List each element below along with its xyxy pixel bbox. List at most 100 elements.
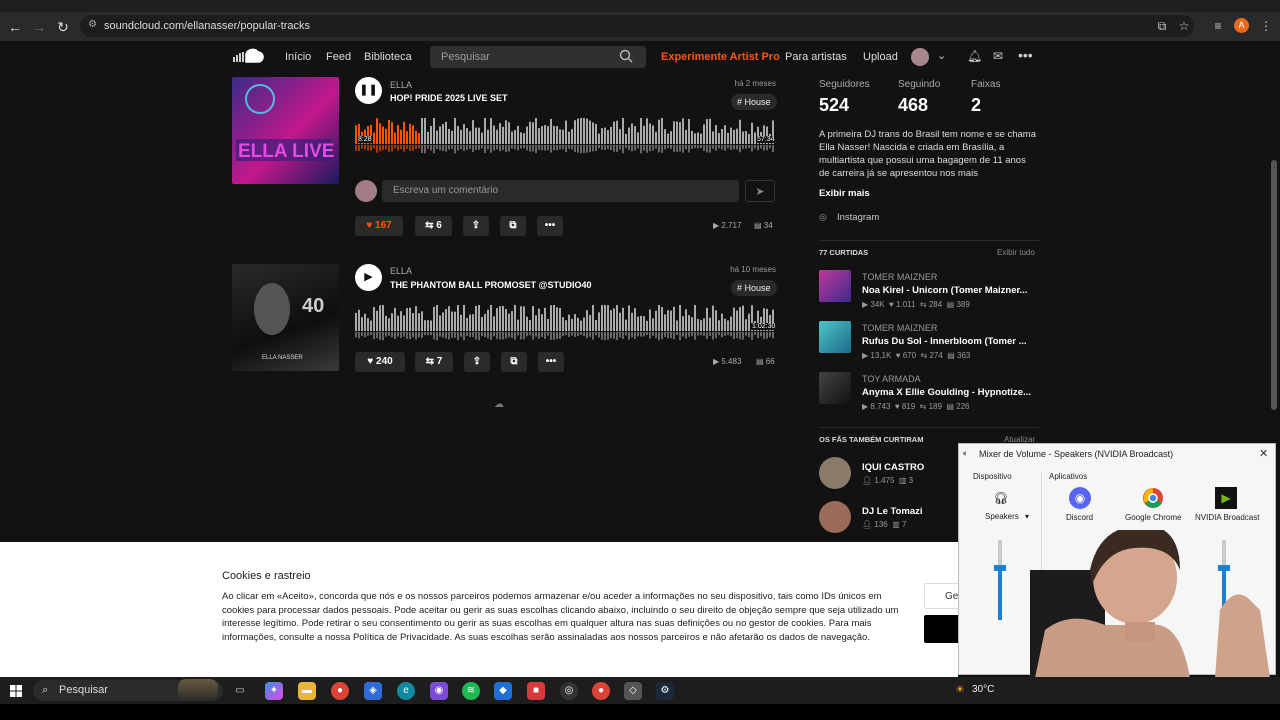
fan-name[interactable]: IQUI CASTRO	[862, 462, 952, 473]
track-artwork[interactable]: ELLA LIVE SET	[232, 77, 377, 184]
file-explorer-icon[interactable]: ▬	[298, 682, 316, 700]
soundcloud-logo-icon[interactable]	[232, 48, 264, 64]
install-app-icon[interactable]: ⧉	[1154, 18, 1170, 34]
app-icon[interactable]: ◈	[364, 682, 382, 700]
tracks-count[interactable]: 2	[971, 95, 981, 116]
followers-label[interactable]: Seguidores	[819, 79, 870, 90]
like-button[interactable]: ♥ 167	[355, 216, 403, 236]
chevron-down-icon[interactable]: ⌄	[937, 49, 946, 62]
site-info-icon[interactable]: ⚙	[88, 19, 100, 31]
search-input[interactable]: Pesquisar	[430, 46, 646, 68]
fan-name[interactable]: DJ Le Tomazi	[862, 506, 952, 517]
spotify-icon[interactable]: ≋	[462, 682, 480, 700]
liked-track-title[interactable]: Noa Kirel - Unicorn (Tomer Maizner...	[862, 285, 1032, 296]
track-user[interactable]: ELLA	[390, 80, 412, 90]
copy-link-icon[interactable]: ⧉	[501, 352, 527, 372]
app-icon[interactable]: ◇	[624, 682, 642, 700]
following-count[interactable]: 468	[898, 95, 928, 116]
waveform[interactable]	[355, 116, 776, 154]
track-artwork[interactable]: 40 ELLA NASSER	[232, 264, 339, 371]
liked-track-user[interactable]: TOMER MAIZNER	[862, 272, 937, 282]
chevron-down-icon[interactable]: ▾	[1025, 512, 1029, 521]
likes-section-title[interactable]: 77 CURTIDAS	[819, 248, 868, 257]
discord-icon[interactable]: ◉	[1069, 487, 1091, 509]
windows-start-icon[interactable]	[10, 684, 22, 697]
followers-count[interactable]: 524	[819, 95, 849, 116]
fan-avatar[interactable]	[819, 457, 851, 489]
following-label[interactable]: Seguindo	[898, 79, 940, 90]
app-icon[interactable]: ◆	[494, 682, 512, 700]
address-bar[interactable]: soundcloud.com/ellanasser/popular-tracks	[80, 15, 1194, 37]
device-volume-slider[interactable]	[998, 540, 1002, 620]
like-button[interactable]: ♥ 240	[355, 352, 405, 372]
pause-button[interactable]: ❚❚	[355, 77, 382, 104]
forward-icon[interactable]: →	[30, 18, 48, 36]
track-title[interactable]: THE PHANTOM BALL PROMOSET @STUDIO40	[390, 280, 591, 290]
instagram-link[interactable]: Instagram	[837, 212, 879, 223]
nav-biblioteca[interactable]: Biblioteca	[364, 51, 412, 63]
nav-inicio[interactable]: Início	[285, 51, 311, 63]
track-user[interactable]: ELLA	[390, 266, 412, 276]
tracks-label[interactable]: Faixas	[971, 79, 1000, 90]
more-icon[interactable]: •••	[538, 352, 564, 372]
chrome-icon[interactable]	[1142, 487, 1164, 509]
share-icon[interactable]: ⇪	[463, 216, 489, 236]
show-more-link[interactable]: Exibir mais	[819, 188, 870, 199]
bookmark-star-icon[interactable]: ☆	[1176, 18, 1192, 34]
temperature[interactable]: 30°C	[972, 684, 994, 695]
slider-thumb[interactable]	[994, 565, 1006, 571]
search-icon[interactable]	[619, 49, 633, 63]
repost-button[interactable]: ⇆ 6	[415, 216, 452, 236]
liked-track-artwork[interactable]	[819, 321, 851, 353]
page-scrollbar[interactable]	[1271, 160, 1277, 410]
liked-track-artwork[interactable]	[819, 372, 851, 404]
profile-avatar[interactable]: A	[1234, 18, 1249, 33]
genre-tag[interactable]: # House	[731, 280, 777, 296]
steam-icon[interactable]: ⚙	[656, 682, 674, 700]
upload-link[interactable]: Upload	[863, 51, 898, 63]
user-avatar[interactable]	[911, 48, 929, 66]
back-icon[interactable]: ←	[6, 18, 24, 36]
waveform[interactable]	[355, 303, 776, 341]
reload-icon[interactable]: ↻	[54, 18, 72, 36]
more-menu-icon[interactable]: ⋮	[1258, 18, 1274, 34]
send-icon[interactable]: ➤	[745, 180, 775, 202]
nvidia-broadcast-icon[interactable]: ▶	[1215, 487, 1237, 509]
app-icon[interactable]: ◉	[430, 682, 448, 700]
chrome-icon[interactable]: ●	[592, 682, 610, 700]
liked-track-title[interactable]: Rufus Du Sol - Innerbloom (Tomer ...	[862, 336, 1032, 347]
device-name[interactable]: Speakers	[985, 512, 1019, 521]
app-icon[interactable]: ■	[527, 682, 545, 700]
nav-feed[interactable]: Feed	[326, 51, 351, 63]
liked-track-user[interactable]: TOMER MAIZNER	[862, 323, 937, 333]
fans-section-title[interactable]: OS FÃS TAMBÉM CURTIRAM	[819, 435, 923, 444]
copy-link-icon[interactable]: ⧉	[500, 216, 526, 236]
liked-track-user[interactable]: TOY ARMADA	[862, 374, 921, 384]
artist-pro-link[interactable]: Experimente Artist Pro	[661, 51, 780, 63]
for-artists-link[interactable]: Para artistas	[785, 51, 847, 63]
liked-track-artwork[interactable]	[819, 270, 851, 302]
fan-avatar[interactable]	[819, 501, 851, 533]
obs-icon[interactable]: ◎	[560, 682, 578, 700]
headphones-icon[interactable]: 🎧︎	[990, 487, 1012, 509]
extensions-icon[interactable]: ≡	[1210, 18, 1226, 34]
chrome-icon[interactable]: ●	[331, 682, 349, 700]
share-icon[interactable]: ⇪	[464, 352, 490, 372]
play-button[interactable]: ▶	[355, 264, 382, 291]
edge-icon[interactable]: e	[397, 682, 415, 700]
track-title[interactable]: HOP! PRIDE 2025 LIVE SET	[390, 93, 508, 103]
messages-icon[interactable]: ✉	[993, 49, 1003, 63]
task-view-icon[interactable]: ▭	[231, 682, 249, 700]
copilot-icon[interactable]: ✦	[265, 682, 283, 700]
close-icon[interactable]: ✕	[1259, 447, 1268, 460]
more-icon[interactable]: •••	[537, 216, 563, 236]
comment-input[interactable]: Escreva um comentário	[382, 180, 739, 202]
notifications-icon[interactable]: 🔔︎	[967, 49, 982, 63]
repost-count: 7	[436, 356, 443, 367]
see-all-link[interactable]: Exibir tudo	[997, 248, 1035, 257]
genre-tag[interactable]: # House	[731, 94, 777, 110]
repost-button[interactable]: ⇆ 7	[415, 352, 453, 372]
weather-icon[interactable]: ☀	[955, 683, 965, 696]
liked-track-title[interactable]: Anyma X Ellie Goulding - Hypnotize...	[862, 387, 1032, 398]
more-icon[interactable]: •••	[1018, 47, 1033, 63]
